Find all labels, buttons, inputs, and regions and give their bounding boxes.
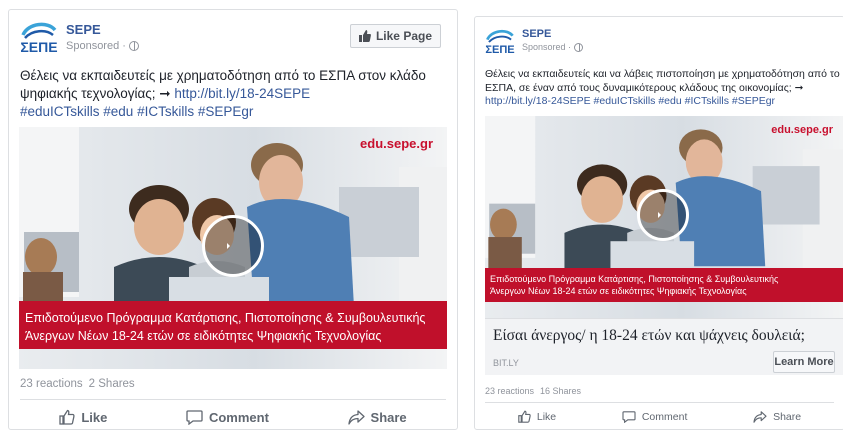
link-headline[interactable]: Είσαι άνεργος/ η 18-24 ετών και ψάχνεις … bbox=[493, 327, 805, 345]
comment-icon bbox=[186, 409, 203, 425]
share-icon bbox=[347, 409, 365, 425]
promo-banner: Επιδοτούμενο Πρόγραμμα Κατάρτισης, Πιστο… bbox=[485, 268, 843, 302]
globe-icon bbox=[128, 41, 139, 51]
share-label: Share bbox=[370, 409, 407, 425]
reactions-count[interactable]: 23 reactions bbox=[485, 386, 534, 396]
sponsored-post-left: ΣΕΠΕ SEPE Sponsored · Like Page Θέλεις ν… bbox=[8, 9, 458, 430]
engagement-counts: 23 reactions 2 Shares bbox=[20, 378, 135, 390]
post-text-line: ΕΣΠΑ, σε έναν από τους δυναμικότερους κλ… bbox=[485, 81, 804, 94]
post-link[interactable]: http://bit.ly/18-24SEPE bbox=[174, 86, 310, 101]
sponsored-text: Sponsored · bbox=[66, 40, 126, 52]
post-text-line: ψηφιακής τεχνολογίας; ➞ http://bit.ly/18… bbox=[20, 85, 450, 103]
like-page-label: Like Page bbox=[375, 29, 432, 43]
post-header: ΣΕΠΕ SEPE Sponsored · bbox=[485, 28, 584, 56]
video-thumbnail[interactable]: edu.sepe.gr Επιδοτούμενο Πρόγραμμα Κατάρ… bbox=[19, 127, 447, 369]
post-hashtags[interactable]: #eduICTskills #edu #ICTskills #SEPEgr bbox=[20, 103, 450, 121]
link-domain: BIT.LY bbox=[493, 358, 519, 368]
post-header: ΣΕΠΕ SEPE Sponsored · bbox=[20, 21, 139, 55]
brand-url: edu.sepe.gr bbox=[771, 124, 833, 136]
divider bbox=[20, 399, 446, 400]
brand-url: edu.sepe.gr bbox=[360, 136, 433, 151]
sepe-logo[interactable]: ΣΕΠΕ bbox=[20, 21, 58, 55]
share-button[interactable]: Share bbox=[753, 410, 801, 423]
action-bar: Like Comment Share bbox=[485, 410, 834, 423]
globe-icon bbox=[574, 42, 584, 52]
like-label: Like bbox=[81, 409, 108, 425]
thumbs-up-icon bbox=[518, 410, 531, 423]
thumbs-up-icon bbox=[59, 409, 75, 425]
link-preview[interactable]: Είσαι άνεργος/ η 18-24 ετών και ψάχνεις … bbox=[485, 318, 843, 375]
share-label: Share bbox=[773, 410, 802, 423]
like-button[interactable]: Like bbox=[59, 409, 107, 425]
play-button[interactable] bbox=[637, 189, 689, 241]
comment-label: Comment bbox=[208, 409, 269, 425]
action-bar: Like Comment Share bbox=[20, 409, 446, 425]
comment-label: Comment bbox=[641, 410, 688, 423]
banner-line: Άνεργων Νέων 18-24 ετών σε ειδικότητες Ψ… bbox=[25, 329, 382, 343]
reactions-count[interactable]: 23 reactions bbox=[20, 378, 83, 390]
thumbs-up-icon bbox=[358, 30, 371, 42]
banner-line: Επιδοτούμενο Πρόγραμμα Κατάρτισης, Πιστο… bbox=[25, 311, 426, 325]
svg-text:ΣΕΠΕ: ΣΕΠΕ bbox=[485, 44, 514, 56]
post-text: Θέλεις να εκπαιδευτείς με χρηματοδότηση … bbox=[20, 67, 450, 122]
sponsored-post-right: ΣΕΠΕ SEPE Sponsored · Θέλεις να εκπαιδευ… bbox=[474, 16, 843, 430]
post-text-line: Θέλεις να εκπαιδευτείς με χρηματοδότηση … bbox=[20, 68, 426, 83]
page-name[interactable]: SEPE bbox=[522, 28, 583, 40]
play-button[interactable] bbox=[202, 215, 264, 277]
like-label: Like bbox=[536, 410, 557, 423]
share-button[interactable]: Share bbox=[347, 409, 407, 425]
page-name[interactable]: SEPE bbox=[66, 22, 139, 37]
sponsored-text: Sponsored · bbox=[522, 42, 572, 52]
sponsored-label: Sponsored · bbox=[66, 40, 139, 52]
comment-button[interactable]: Comment bbox=[622, 410, 688, 423]
comment-icon bbox=[622, 410, 636, 423]
post-text-line: Θέλεις να εκπαιδευτείς και να λάβεις πισ… bbox=[485, 68, 840, 80]
like-page-button[interactable]: Like Page bbox=[349, 24, 441, 48]
post-text: Θέλεις να εκπαιδευτείς και να λάβεις πισ… bbox=[485, 68, 841, 109]
banner-line: Άνεργων Νέων 18-24 ετών σε ειδικότητες Ψ… bbox=[490, 286, 747, 296]
shares-count[interactable]: 2 Shares bbox=[89, 378, 135, 390]
sponsored-label: Sponsored · bbox=[522, 42, 584, 52]
svg-text:ΣΕΠΕ: ΣΕΠΕ bbox=[20, 39, 57, 55]
learn-more-button[interactable]: Learn More bbox=[773, 351, 835, 373]
share-icon bbox=[753, 410, 767, 423]
shares-count[interactable]: 16 Shares bbox=[540, 386, 581, 396]
divider bbox=[485, 402, 834, 403]
video-thumbnail[interactable]: edu.sepe.gr Επιδοτούμενο Πρόγραμμα Κατάρ… bbox=[485, 116, 843, 318]
like-button[interactable]: Like bbox=[518, 410, 556, 423]
comment-button[interactable]: Comment bbox=[186, 409, 269, 425]
post-link-hashtags[interactable]: http://bit.ly/18-24SEPE #eduICTskills #e… bbox=[485, 95, 841, 109]
banner-line: Επιδοτούμενο Πρόγραμμα Κατάρτισης, Πιστο… bbox=[490, 274, 779, 284]
promo-banner: Επιδοτούμενο Πρόγραμμα Κατάρτισης, Πιστο… bbox=[19, 301, 447, 349]
post-text-span: ψηφιακής τεχνολογίας; ➞ bbox=[20, 86, 171, 102]
engagement-counts: 23 reactions 16 Shares bbox=[485, 386, 581, 396]
sepe-logo[interactable]: ΣΕΠΕ bbox=[485, 28, 515, 56]
